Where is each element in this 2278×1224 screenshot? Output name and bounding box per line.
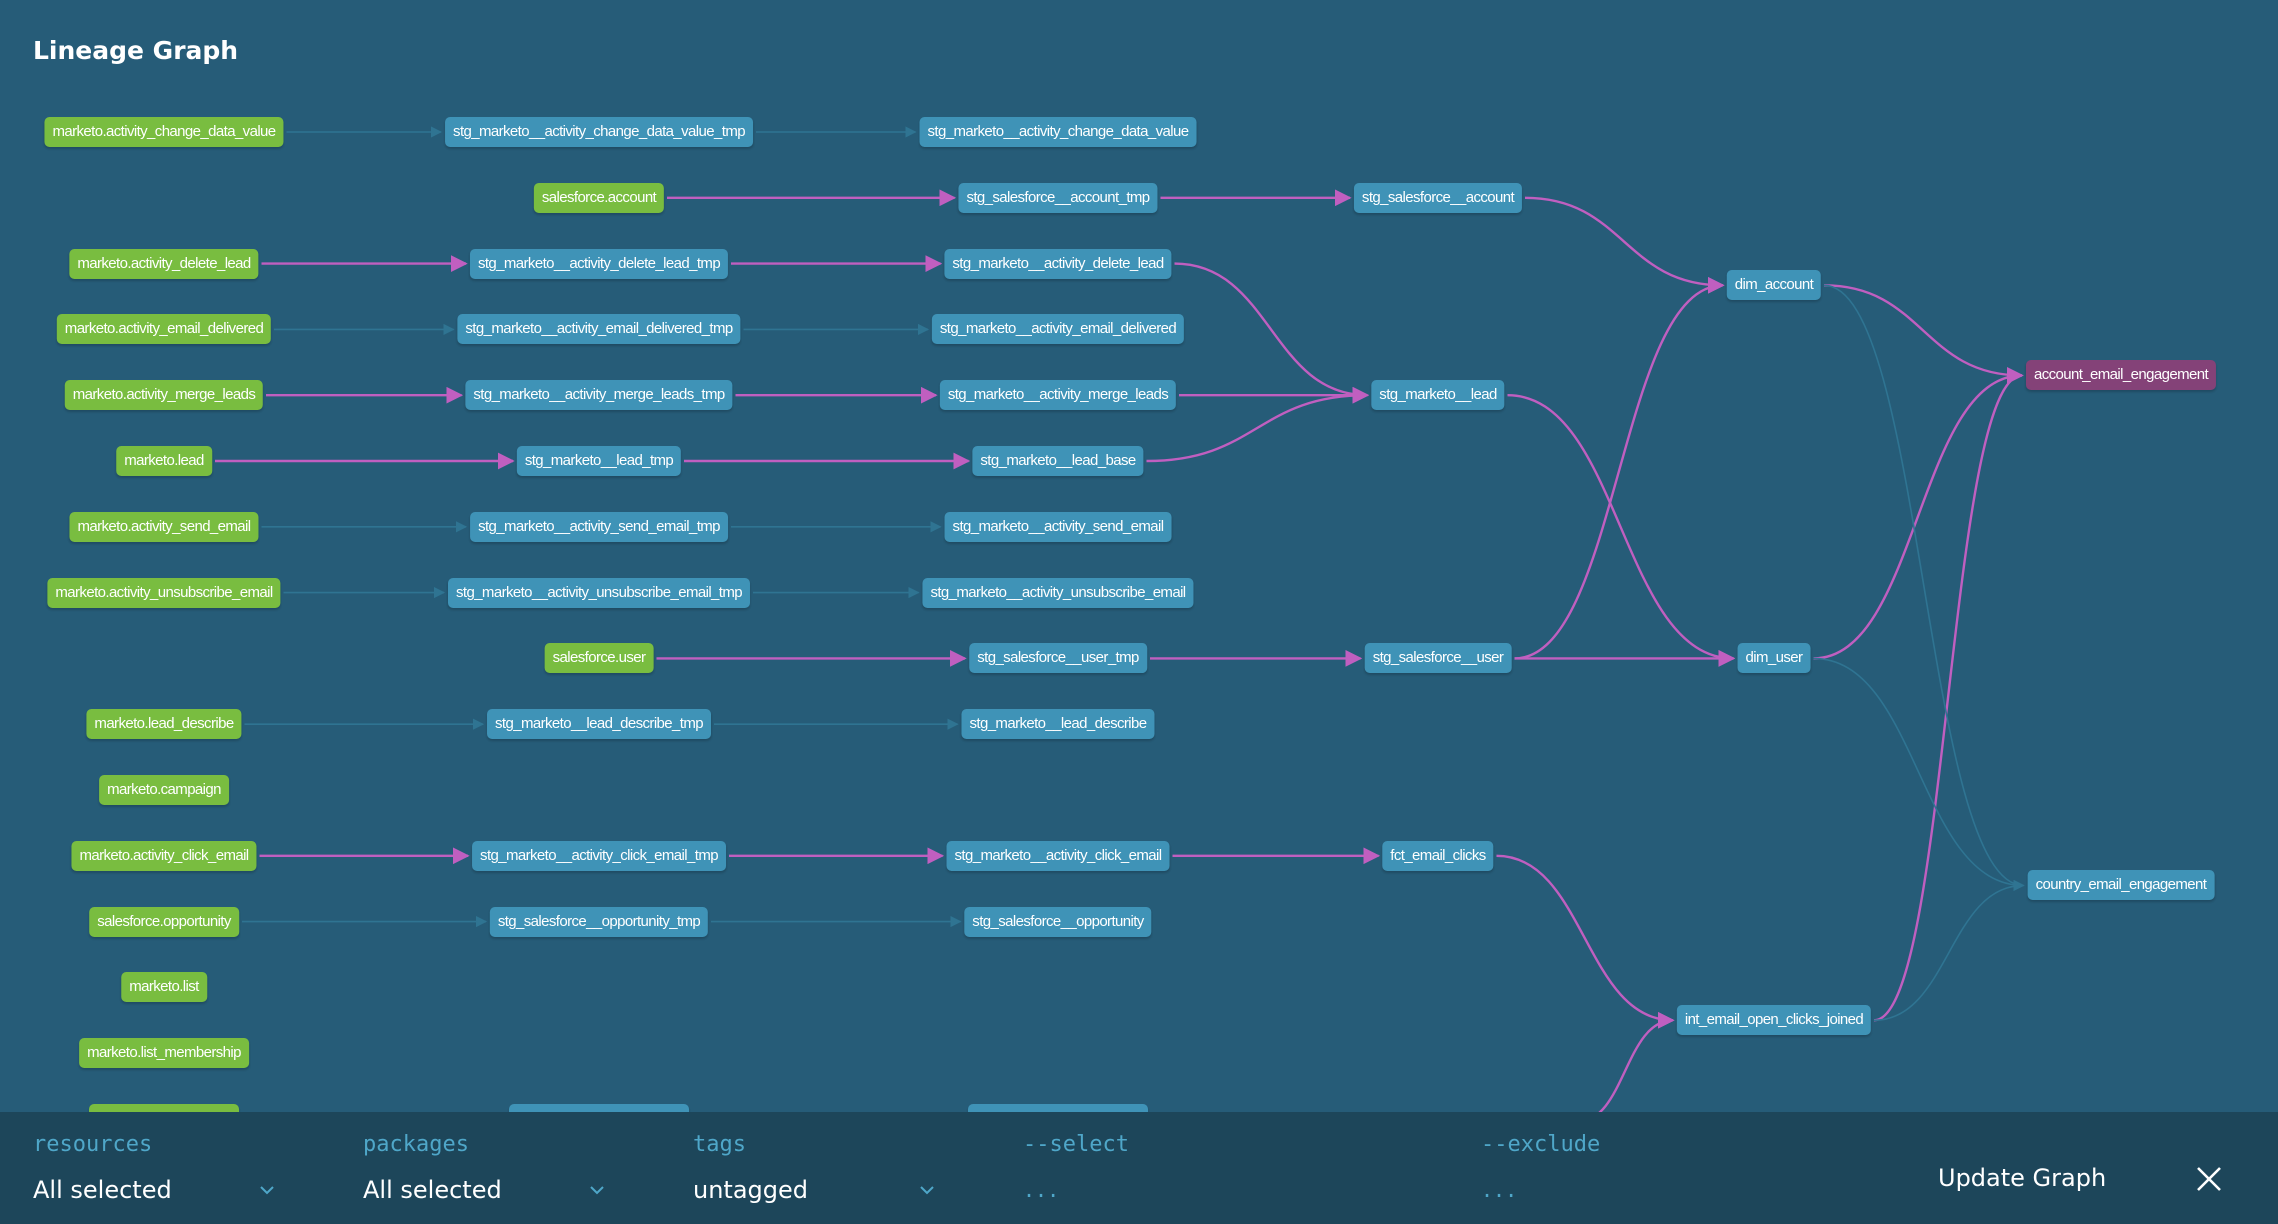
graph-node-model[interactable]: stg_marketo__activity_send_email_tmp bbox=[470, 511, 728, 542]
graph-node-model[interactable]: stg_salesforce__account_tmp bbox=[958, 182, 1158, 213]
lineage-edge-highlighted bbox=[1823, 284, 2024, 384]
graph-node-model[interactable]: stg_marketo__activity_merge_leads bbox=[939, 380, 1177, 411]
graph-node-model[interactable]: stg_salesforce__user_tmp bbox=[969, 643, 1147, 674]
graph-node-model[interactable]: stg_marketo__activity_merge_leads_tmp bbox=[465, 380, 733, 411]
graph-node-model[interactable]: stg_marketo__activity_send_email bbox=[944, 511, 1172, 542]
lineage-edge-highlighted bbox=[1524, 196, 1725, 294]
graph-node-source[interactable]: marketo.activity_unsubscribe_email bbox=[47, 577, 281, 608]
graph-node-source[interactable]: marketo.activity_email_delivered bbox=[56, 314, 272, 345]
edges-layer bbox=[215, 126, 2025, 1112]
update-graph-button[interactable]: Update Graph bbox=[1938, 1164, 2106, 1192]
graph-node-source[interactable]: marketo.list_membership bbox=[79, 1038, 249, 1069]
graph-node-model[interactable]: stg_salesforce__opportunity bbox=[964, 906, 1152, 937]
lineage-edge-offscreen bbox=[1598, 1011, 1675, 1112]
lineage-graph-canvas[interactable]: marketo.activity_change_data_valuesalesf… bbox=[0, 0, 2278, 1112]
graph-node-source[interactable]: marketo.activity_delete_lead bbox=[69, 248, 259, 279]
filter-label: packages bbox=[363, 1132, 469, 1157]
graph-node-selected[interactable]: account_email_engagement bbox=[2025, 360, 2217, 391]
graph-node-source[interactable]: marketo.list bbox=[121, 972, 207, 1003]
close-icon[interactable] bbox=[2196, 1166, 2222, 1192]
graph-node-model[interactable]: stg_marketo__activity_change_data_value bbox=[919, 117, 1197, 147]
graph-node-model[interactable]: stg_marketo__activity_delete_lead_tmp bbox=[469, 248, 729, 279]
select-input-placeholder[interactable]: ... bbox=[1023, 1178, 1059, 1202]
graph-node-model[interactable] bbox=[968, 1104, 1148, 1112]
graph-node-model[interactable]: stg_marketo__activity_email_delivered_tm… bbox=[457, 314, 741, 345]
graph-node-model[interactable]: stg_marketo__activity_delete_lead bbox=[944, 248, 1172, 279]
graph-node-model[interactable]: stg_marketo__activity_unsubscribe_email bbox=[922, 577, 1194, 608]
graph-node-source[interactable]: marketo.activity_click_email bbox=[71, 840, 257, 871]
graph-node-model[interactable]: stg_marketo__activity_click_email_tmp bbox=[472, 840, 726, 871]
filter-select-value[interactable]: All selected bbox=[33, 1176, 172, 1204]
graph-node-model[interactable]: stg_marketo__activity_change_data_value_… bbox=[445, 117, 753, 147]
graph-node-model[interactable]: stg_marketo__lead_tmp bbox=[516, 446, 682, 476]
graph-node-source[interactable]: salesforce.opportunity bbox=[89, 906, 239, 937]
graph-node-source[interactable]: marketo.activity_change_data_value bbox=[44, 117, 284, 147]
filter-bar: resources All selected packages All sele… bbox=[0, 1112, 2278, 1224]
graph-node-model[interactable]: stg_salesforce__user bbox=[1364, 643, 1512, 674]
lineage-edge-highlighted bbox=[1813, 367, 2024, 660]
graph-node-source[interactable]: salesforce.account bbox=[533, 182, 665, 213]
graph-node-model[interactable]: int_email_open_clicks_joined bbox=[1676, 1005, 1872, 1036]
lineage-edge bbox=[1813, 657, 2025, 891]
graph-node-source[interactable] bbox=[89, 1104, 239, 1112]
chevron-down-icon[interactable] bbox=[589, 1182, 605, 1198]
lineage-edge-highlighted bbox=[1174, 262, 1370, 404]
graph-node-model[interactable]: stg_salesforce__account bbox=[1353, 182, 1523, 213]
lineage-edge-highlighted bbox=[1146, 386, 1370, 463]
graph-node-model[interactable]: stg_marketo__lead_describe_tmp bbox=[487, 709, 711, 740]
graph-node-model[interactable]: stg_marketo__activity_email_delivered bbox=[931, 314, 1185, 345]
graph-node-source[interactable]: marketo.activity_send_email bbox=[69, 511, 259, 542]
graph-node-model[interactable]: dim_account bbox=[1726, 270, 1822, 301]
lineage-edge-highlighted bbox=[1514, 276, 1725, 660]
graph-node-model[interactable]: stg_marketo__lead_base bbox=[972, 446, 1144, 476]
filter-label: tags bbox=[693, 1132, 746, 1157]
graph-node-model[interactable]: stg_marketo__lead_describe bbox=[961, 709, 1155, 740]
graph-node-model[interactable]: fct_email_clicks bbox=[1382, 840, 1494, 871]
graph-node-source[interactable]: marketo.lead bbox=[116, 446, 212, 476]
lineage-edge-highlighted bbox=[1873, 367, 2024, 1022]
graph-node-source[interactable]: marketo.activity_merge_leads bbox=[64, 380, 264, 411]
filter-select-value[interactable]: All selected bbox=[363, 1176, 502, 1204]
lineage-edge bbox=[1823, 284, 2025, 891]
filter-label: --select bbox=[1023, 1132, 1129, 1157]
graph-node-source[interactable]: salesforce.user bbox=[544, 643, 654, 674]
lineage-edge-highlighted bbox=[1496, 854, 1675, 1029]
chevron-down-icon[interactable] bbox=[919, 1182, 935, 1198]
graph-node-model[interactable] bbox=[509, 1104, 689, 1112]
filter-select-value[interactable]: untagged bbox=[693, 1176, 808, 1204]
graph-node-model[interactable]: dim_user bbox=[1737, 643, 1811, 674]
filter-label: resources bbox=[33, 1132, 153, 1157]
chevron-down-icon[interactable] bbox=[259, 1182, 275, 1198]
graph-node-model[interactable]: stg_salesforce__opportunity_tmp bbox=[489, 906, 709, 937]
graph-node-model[interactable]: country_email_engagement bbox=[2027, 870, 2215, 901]
graph-node-model[interactable]: stg_marketo__activity_click_email bbox=[946, 840, 1170, 871]
graph-node-model[interactable]: stg_marketo__activity_unsubscribe_email_… bbox=[447, 577, 751, 608]
graph-node-model[interactable]: stg_marketo__lead bbox=[1371, 380, 1505, 411]
graph-node-source[interactable]: marketo.campaign bbox=[99, 775, 229, 805]
lineage-edge-highlighted bbox=[1507, 394, 1736, 667]
exclude-input-placeholder[interactable]: ... bbox=[1481, 1178, 1517, 1202]
filter-label: --exclude bbox=[1481, 1132, 1601, 1157]
graph-node-source[interactable]: marketo.lead_describe bbox=[86, 709, 242, 740]
